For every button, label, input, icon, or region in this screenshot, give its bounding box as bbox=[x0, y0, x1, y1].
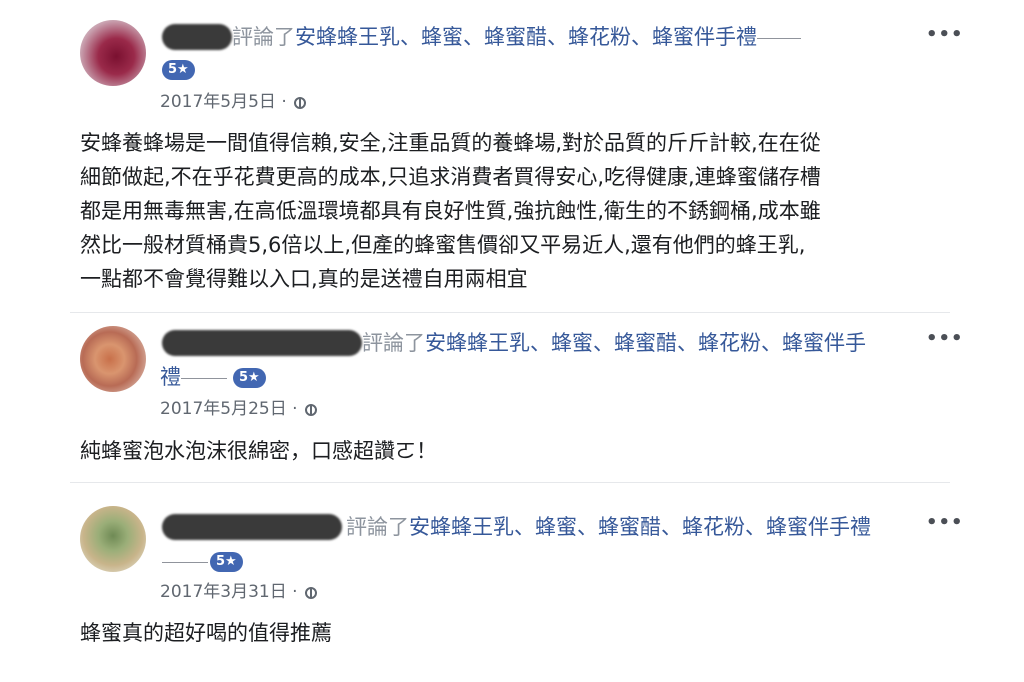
review-meta: 2017年3月31日 · bbox=[160, 581, 317, 603]
divider-rule bbox=[757, 37, 801, 39]
review-meta: 2017年5月25日 · bbox=[160, 398, 317, 420]
divider-rule bbox=[162, 561, 208, 563]
review-headline: 評論了安蜂蜂王乳、蜂蜜、蜂蜜醋、蜂花粉、蜂蜜伴手禮 bbox=[232, 22, 801, 52]
divider-rule bbox=[181, 377, 227, 379]
review-text: 蜂蜜真的超好喝的值得推薦 bbox=[80, 616, 332, 650]
review-headline-cont bbox=[162, 546, 208, 576]
meta-separator: · bbox=[281, 92, 287, 112]
review-text-line: 都是用無毒無害,在高低溫環境都具有良好性質,強抗蝕性,衛生的不銹鋼桶,成本雖 bbox=[80, 199, 821, 223]
reviewer-name-redacted[interactable] bbox=[162, 24, 232, 50]
more-options-icon[interactable]: ••• bbox=[926, 24, 964, 45]
review-headline: 評論了安蜂蜂王乳、蜂蜜、蜂蜜醋、蜂花粉、蜂蜜伴手 bbox=[362, 328, 866, 358]
reviewer-avatar[interactable] bbox=[80, 506, 146, 572]
review-text: 安蜂養蜂場是一間值得信賴,安全,注重品質的養蜂場,對於品質的斤斤計較,在在從 細… bbox=[80, 126, 821, 296]
review-date[interactable]: 2017年3月31日 bbox=[160, 582, 287, 602]
review-headline-cont: 禮 bbox=[160, 362, 227, 392]
globe-icon bbox=[304, 404, 317, 416]
review-meta: 2017年5月5日 · bbox=[160, 91, 307, 113]
meta-separator: · bbox=[292, 582, 298, 602]
review-action: 評論了 bbox=[346, 515, 409, 539]
more-options-icon[interactable]: ••• bbox=[926, 512, 964, 533]
more-options-icon[interactable]: ••• bbox=[926, 328, 964, 349]
page-name-link[interactable]: 安蜂蜂王乳、蜂蜜、蜂蜜醋、蜂花粉、蜂蜜伴手禮 bbox=[409, 515, 871, 539]
page-name-link[interactable]: 安蜂蜂王乳、蜂蜜、蜂蜜醋、蜂花粉、蜂蜜伴手禮 bbox=[295, 25, 757, 49]
review-date[interactable]: 2017年5月5日 bbox=[160, 92, 276, 112]
meta-separator: · bbox=[292, 399, 298, 419]
review-action: 評論了 bbox=[362, 331, 425, 355]
review-divider bbox=[70, 482, 950, 483]
rating-badge: 5★ bbox=[233, 368, 266, 388]
reviewer-name-redacted[interactable] bbox=[162, 514, 342, 540]
rating-badge: 5★ bbox=[162, 60, 195, 80]
review-text-line: 安蜂養蜂場是一間值得信賴,安全,注重品質的養蜂場,對於品質的斤斤計較,在在從 bbox=[80, 131, 821, 155]
page-name-link[interactable]: 安蜂蜂王乳、蜂蜜、蜂蜜醋、蜂花粉、蜂蜜伴手 bbox=[425, 331, 866, 355]
review-divider bbox=[70, 312, 950, 313]
page-name-link-cont[interactable]: 禮 bbox=[160, 365, 181, 389]
reviewer-avatar[interactable] bbox=[80, 20, 146, 86]
reviewer-avatar[interactable] bbox=[80, 326, 146, 392]
review-text-line: 純蜂蜜泡水泡沫很綿密，口感超讚ㄛ！ bbox=[80, 439, 437, 463]
review-text-line: 一點都不會覺得難以入口,真的是送禮自用兩相宜 bbox=[80, 267, 528, 291]
review-text-line: 然比一般材質桶貴5,6倍以上,但產的蜂蜜售價卻又平易近人,還有他們的蜂王乳, bbox=[80, 233, 806, 257]
rating-badge: 5★ bbox=[210, 552, 243, 572]
reviewer-name-redacted[interactable] bbox=[162, 330, 362, 356]
review-text-line: 細節做起,不在乎花費更高的成本,只追求消費者買得安心,吃得健康,連蜂蜜儲存槽 bbox=[80, 165, 821, 189]
globe-icon bbox=[304, 587, 317, 599]
review-date[interactable]: 2017年5月25日 bbox=[160, 399, 287, 419]
reviews-page: 評論了安蜂蜂王乳、蜂蜜、蜂蜜醋、蜂花粉、蜂蜜伴手禮 5★ 2017年5月5日 ·… bbox=[0, 0, 1024, 682]
review-text: 純蜂蜜泡水泡沫很綿密，口感超讚ㄛ！ bbox=[80, 434, 437, 468]
globe-icon bbox=[294, 97, 307, 109]
review-text-line: 蜂蜜真的超好喝的值得推薦 bbox=[80, 621, 332, 645]
review-action: 評論了 bbox=[232, 25, 295, 49]
review-headline: 評論了安蜂蜂王乳、蜂蜜、蜂蜜醋、蜂花粉、蜂蜜伴手禮 bbox=[346, 512, 871, 542]
